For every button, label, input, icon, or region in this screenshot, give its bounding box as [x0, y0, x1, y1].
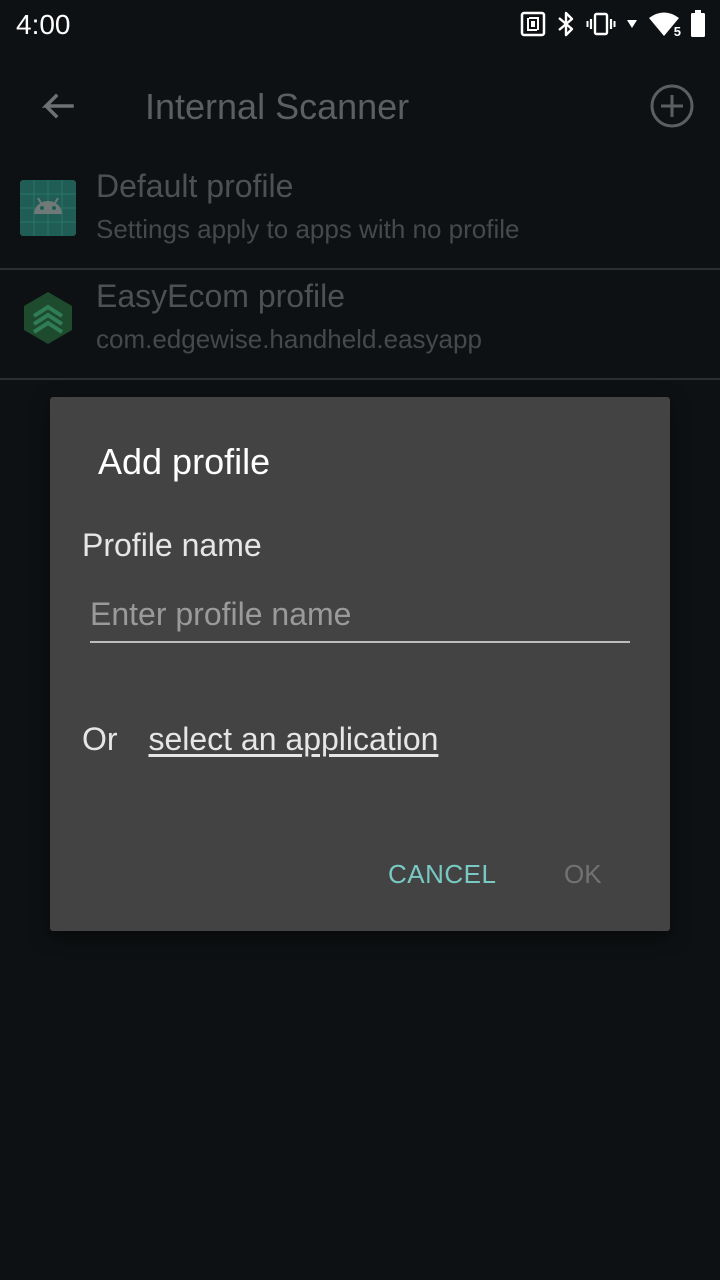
- add-circle-icon: [650, 84, 694, 128]
- screen: 4:00 5 Internal Scanner Default profile …: [0, 0, 720, 1280]
- add-profile-button[interactable]: [648, 82, 696, 130]
- profile-subtitle: com.edgewise.handheld.easyapp: [96, 324, 482, 354]
- profile-name-label: Profile name: [82, 527, 262, 563]
- app-title: Internal Scanner: [145, 86, 410, 127]
- easyecom-logo-icon: [20, 290, 76, 346]
- profile-title: Default profile: [96, 168, 294, 204]
- back-button[interactable]: [28, 80, 84, 136]
- select-application-link[interactable]: select an application: [148, 721, 438, 757]
- dialog-title: Add profile: [98, 441, 271, 482]
- profile-name-input[interactable]: [90, 587, 630, 643]
- or-row: Or select an application: [82, 721, 438, 758]
- profile-title: EasyEcom profile: [96, 278, 345, 314]
- or-text: Or: [82, 721, 118, 757]
- bluetooth-icon: [556, 10, 576, 38]
- status-time: 4:00: [16, 9, 71, 40]
- vibrate-icon: [586, 11, 616, 37]
- android-icon: [20, 180, 76, 236]
- status-icons: 5: [520, 8, 706, 40]
- wifi-icon: 5: [648, 11, 682, 39]
- status-bar: 4:00 5: [0, 0, 720, 50]
- data-arrow-icon: [626, 18, 638, 30]
- ok-button[interactable]: OK: [564, 859, 602, 890]
- app-bar: Internal Scanner: [0, 50, 720, 162]
- profile-subtitle: Settings apply to apps with no profile: [96, 214, 520, 244]
- profile-item-default[interactable]: Default profile Settings apply to apps w…: [0, 160, 720, 270]
- arrow-back-icon: [41, 93, 74, 119]
- wifi-badge: 5: [672, 24, 682, 39]
- battery-icon: [690, 10, 706, 38]
- profile-item-easyecom[interactable]: EasyEcom profile com.edgewise.handheld.e…: [0, 270, 720, 380]
- nfc-icon: [520, 11, 546, 37]
- add-profile-dialog: Add profile Profile name Or select an ap…: [50, 397, 670, 931]
- cancel-button[interactable]: CANCEL: [388, 859, 496, 890]
